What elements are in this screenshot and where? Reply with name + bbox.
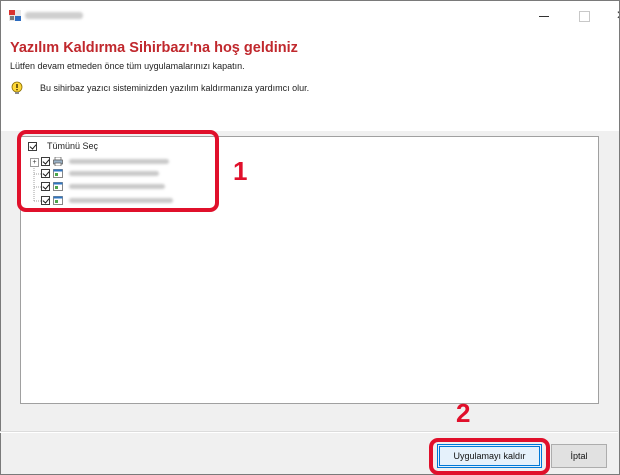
close-icon: × [616, 7, 619, 25]
close-button[interactable]: × [598, 1, 619, 31]
info-text: Bu sihirbaz yazıcı sisteminizden yazılım… [40, 83, 310, 93]
close-apps-instruction: Lütfen devam etmeden önce tüm uygulamala… [10, 61, 245, 71]
callout-box-step-1 [17, 130, 219, 212]
callout-number-1: 1 [233, 156, 248, 186]
uninstall-button[interactable]: Uygulamayı kaldır [437, 444, 542, 468]
info-message: Bu sihirbaz yazıcı sisteminizden yazılım… [10, 81, 309, 95]
info-bulb-icon [11, 81, 23, 94]
page-title: Yazılım Kaldırma Sihirbazı'na hoş geldin… [10, 40, 298, 56]
cancel-button[interactable]: İptal [551, 444, 607, 468]
app-icon [9, 10, 21, 21]
minimize-icon [539, 15, 549, 17]
maximize-icon [578, 10, 590, 22]
callout-number-2: 2 [456, 398, 471, 428]
title-bar[interactable]: × [1, 1, 619, 31]
footer-separator [0, 431, 618, 433]
window-title-redacted [25, 12, 83, 19]
